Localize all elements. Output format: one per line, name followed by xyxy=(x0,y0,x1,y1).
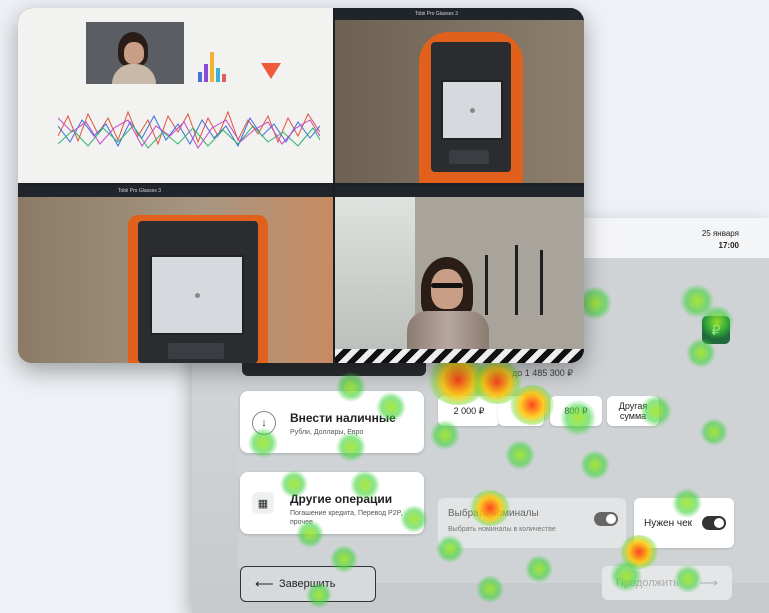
webcam-feed xyxy=(86,22,184,84)
finish-button[interactable]: ⟵ Завершить xyxy=(240,566,376,602)
doorway xyxy=(335,197,415,363)
keypad xyxy=(449,150,489,164)
limit-text: до 1 485 300 ₽ xyxy=(512,368,574,378)
gaze-timeline-chart xyxy=(58,110,320,149)
camera-title: Tobii Pro Glasses 3 xyxy=(415,11,459,17)
person-face xyxy=(431,269,463,309)
bar-chart xyxy=(196,48,236,82)
keypad xyxy=(168,343,224,359)
receipt-option[interactable]: Нужен чек xyxy=(634,498,734,548)
scooter xyxy=(515,245,518,315)
floor-stripes xyxy=(335,349,584,363)
participant-camera xyxy=(335,185,584,363)
video-grid: Tobii Pro Glasses 3 Tobii Pro Glasses 3 xyxy=(18,8,584,363)
date-time: 25 января 17:00 xyxy=(702,228,739,252)
receipt-toggle[interactable] xyxy=(702,516,726,530)
kiosk-camera-bottom: Tobii Pro Glasses 3 xyxy=(18,185,333,363)
atm-kiosk xyxy=(128,215,268,363)
arrow-left-icon: ⟵ xyxy=(255,576,274,591)
nominal-toggle[interactable] xyxy=(594,512,618,526)
ruble-icon: ₽ xyxy=(702,316,730,344)
nominal-select[interactable]: Выбрать номиналы Выбрать номиналы в коли… xyxy=(438,498,626,548)
camera-title-bar xyxy=(335,185,584,197)
deposit-subtitle: Рубли, Доллары, Евро xyxy=(290,429,364,436)
amount-button-2[interactable] xyxy=(498,396,544,426)
analytics-view xyxy=(18,8,333,183)
camera-title: Tobii Pro Glasses 3 xyxy=(118,188,162,194)
nominal-title: Выбрать номиналы xyxy=(448,508,539,519)
person-face xyxy=(124,42,144,64)
other-title: Другие операции xyxy=(290,492,393,506)
other-amount-button[interactable]: Другая сумма xyxy=(607,396,659,426)
grid-icon: ▦ xyxy=(252,492,274,514)
date-label: 25 января xyxy=(701,229,739,238)
receipt-label: Нужен чек xyxy=(644,518,693,529)
continue-label: Продолжить xyxy=(616,577,679,589)
scooter xyxy=(540,250,543,315)
kiosk-camera-top: Tobii Pro Glasses 3 xyxy=(335,8,584,183)
camera-title-bar: Tobii Pro Glasses 3 xyxy=(18,185,333,197)
camera-title-bar: Tobii Pro Glasses 3 xyxy=(335,8,584,20)
funnel-chart xyxy=(261,63,281,79)
kiosk-screen xyxy=(441,80,503,140)
other-subtitle: Погашение кредита, Перевод P2P, прочее xyxy=(290,510,403,526)
continue-button[interactable]: Продолжить ⟶ xyxy=(602,566,732,600)
deposit-title: Внести наличные xyxy=(290,411,396,425)
arrow-right-icon: ⟶ xyxy=(699,575,718,590)
time-label: 17:00 xyxy=(718,241,739,250)
eye-tracking-glasses xyxy=(431,283,463,288)
nominal-subtitle: Выбрать номиналы в количестве xyxy=(448,526,556,533)
scooter xyxy=(485,255,488,315)
other-operations-button[interactable]: ▦ Другие операции Погашение кредита, Пер… xyxy=(240,472,424,534)
person-body xyxy=(112,64,156,84)
deposit-cash-button[interactable]: ↓ Внести наличные Рубли, Доллары, Евро xyxy=(240,391,424,453)
arrow-down-icon: ↓ xyxy=(252,411,276,435)
kiosk-screen xyxy=(150,255,244,335)
amount-button-1[interactable]: 2 000 ₽ xyxy=(438,396,500,426)
amount-button-3[interactable]: 800 ₽ xyxy=(550,396,602,426)
atm-kiosk xyxy=(419,32,523,183)
finish-label: Завершить xyxy=(279,578,336,590)
